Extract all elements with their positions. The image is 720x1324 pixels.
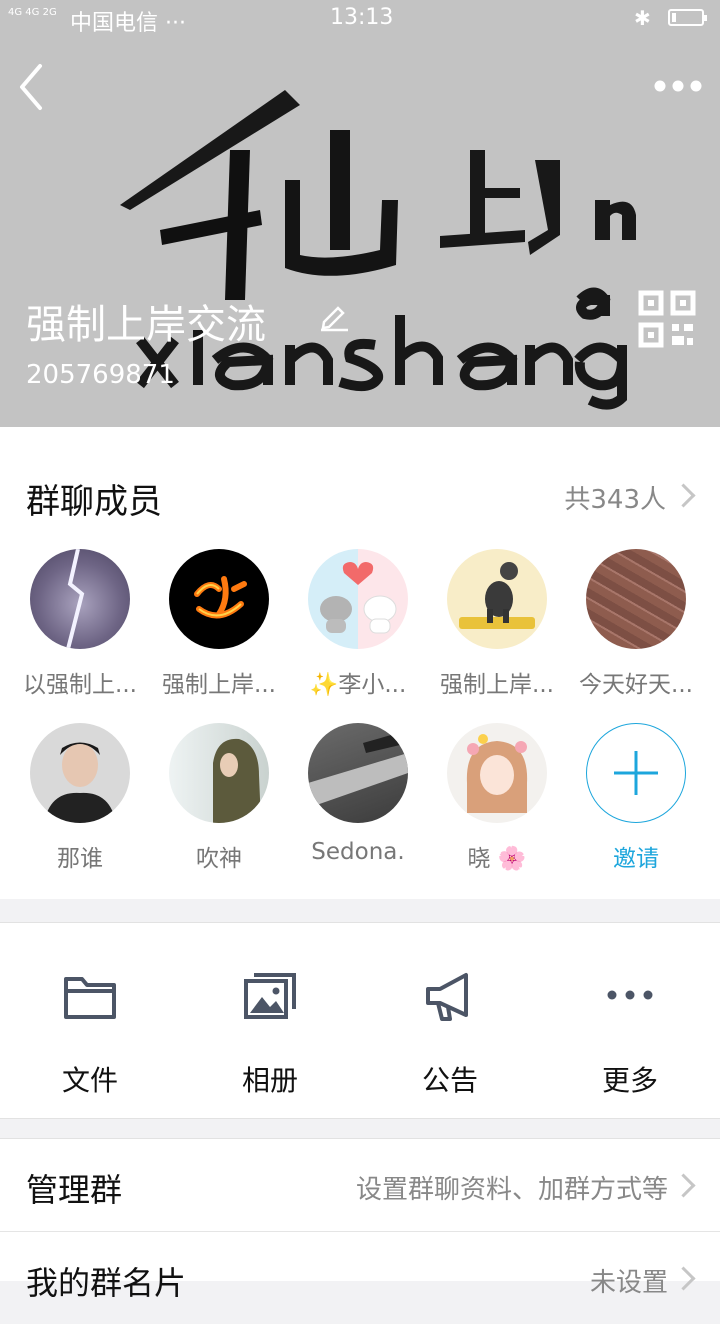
group-card-title: 我的群名片 [26, 1264, 187, 1302]
member-avatar [169, 723, 269, 823]
files-button[interactable]: 文件 [0, 923, 180, 1118]
invite-circle [586, 723, 686, 823]
more-dots-icon [607, 990, 653, 1000]
member-name: 吹神 [196, 846, 242, 872]
status-bar: 4G 4G 2G 中国电信 ··· 13:13 ✱ [0, 0, 720, 38]
files-label: 文件 [61, 1064, 118, 1097]
member-item[interactable]: 那谁 [15, 723, 145, 873]
settings-list: 管理群 设置群聊资料、加群方式等 我的群名片 未设置 [0, 1138, 720, 1302]
chevron-right-icon [671, 1266, 696, 1291]
member-avatar [447, 549, 547, 649]
member-avatar [30, 723, 130, 823]
member-avatar [308, 723, 408, 823]
member-name: 晓 🌸 [467, 846, 527, 872]
member-avatar [447, 723, 547, 823]
member-avatar [308, 549, 408, 649]
carrier-name: 中国电信 ··· [70, 11, 186, 36]
member-avatar [169, 549, 269, 649]
member-name: 今天好天... [579, 672, 693, 698]
member-item[interactable]: 强制上岸... [154, 549, 284, 699]
manage-group-title: 管理群 [26, 1171, 123, 1209]
invite-button[interactable]: 邀请 [571, 723, 701, 873]
invite-label: 邀请 [613, 846, 659, 872]
member-item[interactable]: Sedona. [293, 723, 423, 865]
member-item[interactable]: 以强制上... [15, 549, 145, 699]
member-item[interactable]: 强制上岸... [432, 549, 562, 699]
member-item[interactable]: 今天好天... [571, 549, 701, 699]
actions-bar: 文件 相册 公告 更多 [0, 922, 720, 1119]
megaphone-icon [426, 973, 468, 1021]
member-name: Sedona. [311, 839, 405, 865]
plus-icon [613, 750, 658, 795]
member-name: 以强制上... [23, 672, 137, 698]
manage-group-row[interactable]: 管理群 设置群聊资料、加群方式等 [0, 1139, 720, 1231]
member-item[interactable]: 晓 🌸 [432, 723, 562, 873]
qr-code-icon[interactable] [638, 290, 696, 348]
member-avatar [30, 549, 130, 649]
edit-name-icon[interactable] [318, 300, 350, 332]
announcement-label: 公告 [421, 1064, 478, 1097]
member-name: 强制上岸... [162, 672, 276, 698]
members-title: 群聊成员 [26, 482, 162, 522]
member-item[interactable]: 吹神 [154, 723, 284, 873]
more-label: 更多 [601, 1064, 658, 1097]
album-label: 相册 [241, 1064, 298, 1097]
photo-album-icon [244, 973, 296, 1019]
member-name: ✨李小... [309, 672, 407, 698]
member-name: 那谁 [57, 846, 103, 872]
chevron-right-icon[interactable] [671, 483, 696, 508]
group-id: 205769871 [26, 360, 175, 390]
group-name: 强制上岸交流 [26, 302, 266, 348]
battery-icon [668, 9, 707, 26]
members-section: 群聊成员 共343人 以强制上... 强制上岸... ✨李小... 强制上岸..… [0, 427, 720, 899]
more-button[interactable]: 更多 [540, 923, 720, 1118]
members-count[interactable]: 共343人 [564, 479, 666, 516]
group-cover: 4G 4G 2G 中国电信 ··· 13:13 ✱ 强制上岸交流 2057698… [0, 0, 720, 427]
manage-group-value: 设置群聊资料、加群方式等 [355, 1175, 668, 1205]
member-avatar [586, 549, 686, 649]
group-card-row[interactable]: 我的群名片 未设置 [0, 1232, 720, 1324]
bluetooth-icon: ✱ [634, 6, 651, 30]
network-indicator: 4G 4G 2G [8, 7, 57, 18]
back-button[interactable] [14, 62, 50, 112]
member-name: 强制上岸... [440, 672, 554, 698]
chevron-right-icon [671, 1173, 696, 1198]
folder-icon [64, 977, 116, 1019]
more-options-icon[interactable] [650, 72, 706, 100]
announcement-button[interactable]: 公告 [360, 923, 540, 1118]
status-time: 13:13 [330, 5, 394, 30]
member-item[interactable]: ✨李小... [293, 549, 423, 699]
group-card-value: 未设置 [589, 1268, 668, 1298]
album-button[interactable]: 相册 [180, 923, 360, 1118]
